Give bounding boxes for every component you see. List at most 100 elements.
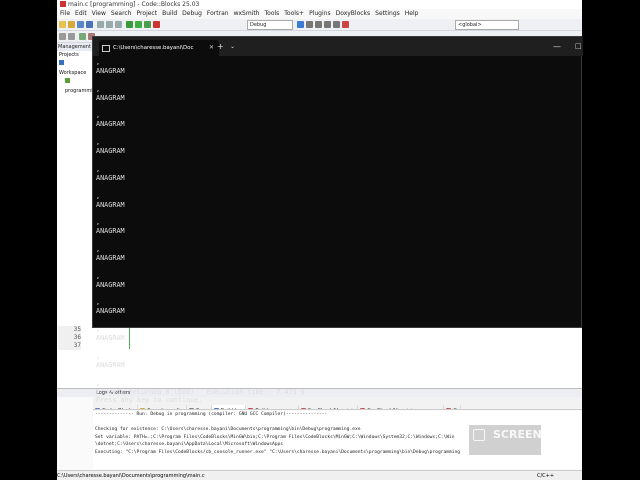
- log-tab-icon: [446, 408, 452, 409]
- log-tab-code-blocks[interactable]: Code::Blocks: [93, 405, 139, 409]
- build-log-line: -------------- Run: Debug in programming…: [95, 412, 328, 417]
- build-icon[interactable]: [126, 21, 133, 28]
- abort-icon[interactable]: [153, 21, 160, 28]
- debug-icon[interactable]: [297, 21, 304, 28]
- main-toolbar: Debug <global>: [57, 19, 582, 31]
- terminal-line: ANAGRAM: [96, 147, 125, 156]
- log-tab-c[interactable]: C: [444, 405, 461, 409]
- menu-edit[interactable]: Edit: [75, 10, 87, 17]
- build-target-select[interactable]: Debug: [247, 20, 293, 30]
- close-tab-icon[interactable]: ✕: [209, 40, 214, 56]
- terminal-line: ,: [96, 84, 101, 93]
- terminal-line: ,: [96, 325, 101, 334]
- log-tab-search-results[interactable]: Search results: [138, 405, 187, 409]
- log-tab-cppcheck-vera-messages[interactable]: CppCheck/Vera++ messages: [358, 405, 445, 409]
- log-tab-label: Cccc: [196, 408, 208, 409]
- menu-wxsmith[interactable]: wxSmith: [234, 10, 260, 17]
- workspace-node[interactable]: Workspace: [57, 60, 93, 78]
- tab-dropdown-icon[interactable]: ⌄: [230, 40, 235, 53]
- menu-plugins[interactable]: Plugins: [309, 10, 331, 17]
- terminal-window: C:\Users\charesse.bayani\Doc ✕ + ⌄ — □ ,…: [92, 36, 583, 404]
- save-all-icon[interactable]: [86, 21, 93, 28]
- new-file-icon[interactable]: [59, 21, 66, 28]
- terminal-line: ANAGRAM: [96, 120, 125, 129]
- project-node[interactable]: programming: [57, 78, 99, 96]
- menu-fortran[interactable]: Fortran: [207, 10, 229, 17]
- stop-debugger-icon[interactable]: [342, 21, 349, 28]
- project-icon: [65, 78, 70, 83]
- log-tab-label: Build messages: [255, 408, 294, 409]
- cut-icon[interactable]: [97, 21, 104, 28]
- terminal-line: ,: [96, 138, 101, 147]
- open-file-icon[interactable]: [68, 21, 75, 28]
- menu-build[interactable]: Build: [162, 10, 177, 17]
- step-into-icon[interactable]: [324, 21, 331, 28]
- log-tab-label: CppCheck/Vera++: [308, 408, 355, 409]
- line-number: 37: [73, 342, 81, 349]
- log-tab-label: Code::Blocks: [102, 408, 134, 409]
- log-tab-build-messages[interactable]: Build messages: [246, 405, 299, 409]
- scope-select[interactable]: <global>: [455, 20, 519, 30]
- menu-project[interactable]: Project: [137, 10, 158, 17]
- terminal-line: ,: [96, 218, 101, 227]
- menu-search[interactable]: Search: [111, 10, 132, 17]
- terminal-line: Process returned 0 (0x0) execution time …: [96, 387, 305, 396]
- menu-debug[interactable]: Debug: [182, 10, 202, 17]
- log-tab-icon: [95, 408, 100, 409]
- terminal-line: ANAGRAM: [96, 307, 125, 316]
- terminal-line: ,: [96, 245, 101, 254]
- copy-icon[interactable]: [106, 21, 113, 28]
- log-tab-icon: [213, 408, 219, 409]
- new-tab-button[interactable]: +: [217, 40, 224, 53]
- terminal-line: ,: [96, 58, 101, 66]
- log-tab-label: CppCheck/Vera++ messages: [367, 408, 440, 409]
- menu-view[interactable]: View: [92, 10, 106, 17]
- run-icon[interactable]: [135, 21, 142, 28]
- paste-icon[interactable]: [115, 21, 122, 28]
- maximize-button[interactable]: □: [575, 40, 582, 53]
- terminal-line: ANAGRAM: [96, 280, 125, 289]
- terminal-title-bar: C:\Users\charesse.bayani\Doc ✕ + ⌄ — □: [93, 37, 583, 56]
- watermark-text: SCREEN: [493, 428, 542, 441]
- next-line-icon[interactable]: [315, 21, 322, 28]
- log-tab-cccc[interactable]: Cccc: [187, 405, 212, 409]
- save-icon[interactable]: [77, 21, 84, 28]
- back-icon[interactable]: [59, 33, 66, 40]
- menu-doxyblocks[interactable]: DoxyBlocks: [336, 10, 371, 17]
- minimize-button[interactable]: —: [553, 40, 561, 53]
- log-tab-cppcheck-vera-[interactable]: CppCheck/Vera++: [299, 405, 359, 409]
- ide-menu-bar: File Edit View Search Project Build Debug Fortr…: [57, 9, 582, 19]
- terminal-line: ANAGRAM: [96, 360, 125, 369]
- menu-settings[interactable]: Settings: [375, 10, 400, 17]
- step-out-icon[interactable]: [333, 21, 340, 28]
- ide-window-title: main.c [programming] - Code::Blocks 25.0…: [68, 1, 200, 8]
- codeblocks-logo-icon: [60, 1, 66, 7]
- terminal-line: ,: [96, 191, 101, 200]
- terminal-tab[interactable]: C:\Users\charesse.bayani\Doc ✕: [99, 40, 219, 56]
- terminal-output[interactable]: , ANAGRAM , ANAGRAM , ANAGRAM , ANAGRAM , ANA…: [96, 58, 580, 405]
- terminal-tab-title: C:\Users\charesse.bayani\Doc: [113, 45, 194, 51]
- projects-tab[interactable]: Projects: [57, 51, 93, 60]
- log-tab-label: C: [453, 408, 457, 409]
- menu-tools[interactable]: Tools: [265, 10, 280, 17]
- run-to-cursor-icon[interactable]: [306, 21, 313, 28]
- workspace-label: Workspace: [59, 70, 87, 76]
- build-and-run-icon[interactable]: [144, 21, 151, 28]
- forward-icon[interactable]: [68, 33, 75, 40]
- menu-tools-[interactable]: Tools+: [284, 10, 304, 17]
- menu-file[interactable]: File: [60, 10, 70, 17]
- status-language: C/C++: [537, 473, 555, 479]
- menu-help[interactable]: Help: [405, 10, 419, 17]
- terminal-line: ,: [96, 298, 101, 307]
- jump-icon[interactable]: [79, 33, 86, 40]
- log-tab-build-log[interactable]: Build log: [211, 405, 247, 409]
